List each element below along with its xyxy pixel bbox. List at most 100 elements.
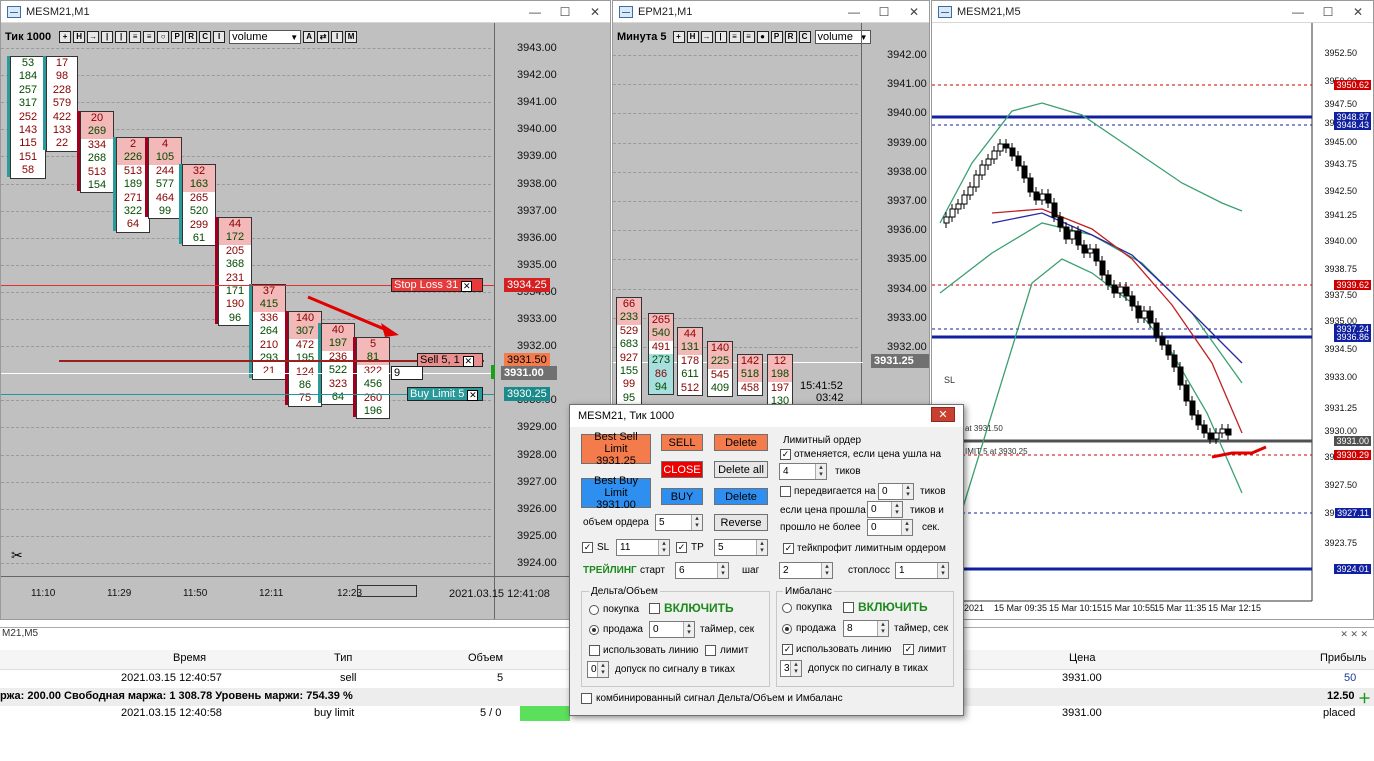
toolbar-plus-icon[interactable]: + bbox=[672, 31, 685, 43]
delta-use-line-checkbox[interactable] bbox=[589, 645, 600, 656]
dialog-close-button[interactable]: ✕ bbox=[931, 407, 955, 422]
cancel-order-icon[interactable]: ✕ bbox=[461, 281, 473, 293]
toolbar-arrow-icon[interactable]: → bbox=[87, 31, 100, 43]
reverse-button[interactable]: Reverse bbox=[714, 514, 768, 531]
close-icon[interactable]: ✕ bbox=[1343, 5, 1373, 19]
toolbar-bar2-icon[interactable]: | bbox=[115, 31, 128, 43]
toolbar-arrow-icon[interactable]: → bbox=[700, 31, 713, 43]
sell-button[interactable]: SELL bbox=[661, 434, 703, 451]
delta-sell-radio[interactable] bbox=[589, 625, 599, 635]
delta-timer-input[interactable]: 0 bbox=[649, 621, 695, 638]
stop-loss-order[interactable]: Stop Loss 31 ✕ bbox=[391, 278, 483, 293]
toolbar-r-icon[interactable]: R bbox=[784, 31, 797, 43]
cancel-if-checkbox[interactable]: ✓ bbox=[780, 449, 791, 460]
cancel-order-icon[interactable]: ✕ bbox=[467, 389, 479, 401]
imb-timer-input[interactable]: 8 bbox=[843, 620, 889, 637]
toolbar-p-icon[interactable]: P bbox=[770, 31, 783, 43]
delete-buy-button[interactable]: Delete bbox=[714, 488, 768, 505]
buy-button[interactable]: BUY bbox=[661, 488, 703, 505]
dialog-title[interactable]: MESM21, Тик 1000 bbox=[570, 405, 963, 427]
toolbar-circle-icon[interactable]: ○ bbox=[157, 31, 170, 43]
trailing-stoploss-input[interactable]: 1 bbox=[895, 562, 949, 579]
sl-checkbox[interactable]: ✓ bbox=[582, 542, 593, 553]
col-profit[interactable]: Прибыль bbox=[1320, 652, 1367, 664]
if-passed-input[interactable]: 0 bbox=[867, 501, 903, 518]
toolbar-arrows-icon[interactable]: ⇄ bbox=[317, 31, 330, 43]
toolbar-c-icon[interactable]: C bbox=[199, 31, 212, 43]
volume-select[interactable]: volume ▼ bbox=[229, 30, 302, 44]
delete-sell-button[interactable]: Delete bbox=[714, 434, 768, 451]
candlestick-chart-area[interactable]: 3952.503950.003947.503946.253945.003943.… bbox=[932, 23, 1373, 619]
tp-checkbox[interactable]: ✓ bbox=[676, 542, 687, 553]
delta-limit-checkbox[interactable] bbox=[705, 645, 716, 656]
close-icon[interactable]: ✕ bbox=[580, 5, 610, 19]
maximize-icon[interactable]: ☐ bbox=[869, 5, 899, 19]
toolbar-i-icon[interactable]: I bbox=[213, 31, 226, 43]
toolbar-bar-icon[interactable]: | bbox=[101, 31, 114, 43]
close-icon[interactable]: ✕ bbox=[899, 5, 929, 19]
imb-sell-radio[interactable] bbox=[782, 624, 792, 634]
minimize-icon[interactable]: — bbox=[839, 5, 869, 19]
best-buy-limit-button[interactable]: Best Buy Limit 3931.00 bbox=[581, 475, 651, 511]
toolbar-lines-icon[interactable]: ≡ bbox=[129, 31, 142, 43]
takeprofit-checkbox[interactable]: ✓ bbox=[783, 543, 794, 554]
cancel-ticks-input[interactable]: 4 bbox=[779, 463, 827, 480]
buy-limit-order[interactable]: Buy Limit 5 ✕ bbox=[407, 386, 483, 401]
delta-buy-radio[interactable] bbox=[589, 605, 599, 615]
imb-tolerance-input[interactable]: 3 bbox=[780, 660, 802, 677]
toolbar-p-icon[interactable]: P bbox=[171, 31, 184, 43]
price-level-tag: 3924.01 bbox=[1334, 564, 1371, 574]
toolbar-r-icon[interactable]: R bbox=[185, 31, 198, 43]
toolbar-c-icon[interactable]: C bbox=[798, 31, 811, 43]
col-volume[interactable]: Объем bbox=[468, 652, 503, 664]
maximize-icon[interactable]: ☐ bbox=[550, 5, 580, 19]
trailing-start-input[interactable]: 6 bbox=[675, 562, 729, 579]
tools-icon[interactable]: ✂ bbox=[11, 547, 23, 564]
moves-checkbox[interactable] bbox=[780, 486, 791, 497]
toolbar-bar-icon[interactable]: | bbox=[714, 31, 727, 43]
candle-body bbox=[1039, 193, 1046, 201]
tp-input[interactable]: 5 bbox=[714, 539, 768, 556]
sl-input[interactable]: 11 bbox=[616, 539, 670, 556]
imb-limit-checkbox[interactable]: ✓ bbox=[903, 644, 914, 655]
col-type[interactable]: Тип bbox=[334, 652, 352, 664]
panel-controls-icon[interactable]: ✕ ✕ ✕ bbox=[1340, 629, 1368, 640]
toolbar-lines-icon[interactable]: ≡ bbox=[728, 31, 741, 43]
no-more-input[interactable]: 0 bbox=[867, 519, 913, 536]
toolbar-lines2-icon[interactable]: ≡ bbox=[143, 31, 156, 43]
maximize-icon[interactable]: ☐ bbox=[1313, 5, 1343, 19]
trailing-step-input[interactable]: 2 bbox=[779, 562, 833, 579]
cancel-order-icon[interactable]: ✕ bbox=[462, 355, 474, 367]
window-titlebar[interactable]: MESM21,M5 — ☐ ✕ bbox=[932, 1, 1373, 23]
window-titlebar[interactable]: EPM21,M1 — ☐ ✕ bbox=[613, 1, 929, 23]
sell-order[interactable]: Sell 5, 1 ✕ bbox=[417, 352, 483, 367]
imb-buy-radio[interactable] bbox=[782, 603, 792, 613]
order-volume-input[interactable]: 5 bbox=[655, 514, 703, 531]
col-price[interactable]: Цена bbox=[1069, 652, 1095, 664]
moves-input[interactable]: 0 bbox=[878, 483, 914, 500]
cluster-chart-area[interactable]: Тик 1000 + H → | | ≡ ≡ ○ P R C I volume ▼… bbox=[1, 23, 610, 619]
best-sell-limit-button[interactable]: Best Sell Limit 3931.25 bbox=[581, 431, 651, 467]
combined-signal-checkbox[interactable] bbox=[581, 693, 592, 704]
window-titlebar[interactable]: MESM21,M1 — ☐ ✕ bbox=[1, 1, 610, 23]
col-time[interactable]: Время bbox=[173, 652, 206, 664]
volume-select[interactable]: volume ▼ bbox=[814, 30, 871, 44]
toolbar-m-icon[interactable]: M bbox=[345, 31, 358, 43]
imb-enable-checkbox[interactable] bbox=[843, 602, 854, 613]
close-position-button[interactable]: CLOSE bbox=[661, 461, 703, 478]
scroll-thumb[interactable] bbox=[357, 585, 417, 597]
toolbar-h-icon[interactable]: H bbox=[73, 31, 86, 43]
toolbar-lines2-icon[interactable]: ≡ bbox=[742, 31, 755, 43]
toolbar-plus-icon[interactable]: + bbox=[59, 31, 72, 43]
toolbar-h-icon[interactable]: H bbox=[686, 31, 699, 43]
delta-tolerance-input[interactable]: 0 bbox=[587, 661, 609, 678]
delta-enable-checkbox[interactable] bbox=[649, 603, 660, 614]
imb-use-line-checkbox[interactable]: ✓ bbox=[782, 644, 793, 655]
delete-all-button[interactable]: Delete all bbox=[714, 461, 768, 478]
toolbar-circle-icon[interactable]: ● bbox=[756, 31, 769, 43]
minimize-icon[interactable]: — bbox=[1283, 5, 1313, 19]
cluster-column: 4 105 244 577 464 99 bbox=[148, 137, 182, 220]
toolbar-a-icon[interactable]: A bbox=[303, 31, 316, 43]
minimize-icon[interactable]: — bbox=[520, 5, 550, 19]
toolbar-ibeam-icon[interactable]: I bbox=[331, 31, 344, 43]
